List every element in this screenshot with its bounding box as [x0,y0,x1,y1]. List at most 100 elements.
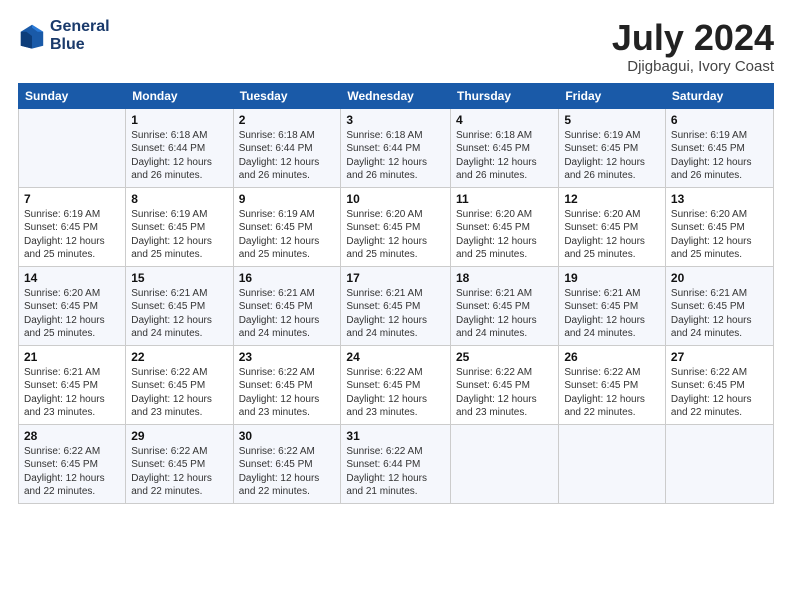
calendar-cell: 15 Sunrise: 6:21 AM Sunset: 6:45 PM Dayli… [126,266,233,345]
calendar-table: SundayMondayTuesdayWednesdayThursdayFrid… [18,83,774,504]
day-number: 24 [346,350,445,364]
weekday-header-thursday: Thursday [450,83,558,108]
day-info: Sunrise: 6:20 AM Sunset: 6:45 PM Dayligh… [456,208,553,262]
calendar-cell: 24 Sunrise: 6:22 AM Sunset: 6:45 PM Dayli… [341,345,451,424]
day-number: 12 [564,192,660,206]
calendar-cell [19,108,126,187]
day-info: Sunrise: 6:19 AM Sunset: 6:45 PM Dayligh… [24,208,120,262]
calendar-cell: 23 Sunrise: 6:22 AM Sunset: 6:45 PM Dayli… [233,345,341,424]
calendar-cell: 13Sunrise: 6:20 AM Sunset: 6:45 PM Dayli… [665,187,773,266]
day-info: Sunrise: 6:22 AM Sunset: 6:45 PM Dayligh… [24,445,120,499]
calendar-cell: 4Sunrise: 6:18 AM Sunset: 6:45 PM Daylig… [450,108,558,187]
day-info: Sunrise: 6:22 AM Sunset: 6:44 PM Dayligh… [346,445,445,499]
day-number: 6 [671,113,768,127]
day-number: 5 [564,113,660,127]
weekday-header-friday: Friday [559,83,666,108]
day-info: Sunrise: 6:18 AM Sunset: 6:44 PM Dayligh… [239,129,336,183]
day-info: Sunrise: 6:19 AM Sunset: 6:45 PM Dayligh… [239,208,336,262]
day-number: 10 [346,192,445,206]
day-info: Sunrise: 6:21 AM Sunset: 6:45 PM Dayligh… [564,287,660,341]
calendar-cell: 17Sunrise: 6:21 AM Sunset: 6:45 PM Dayli… [341,266,451,345]
calendar-cell: 14Sunrise: 6:20 AM Sunset: 6:45 PM Dayli… [19,266,126,345]
calendar-cell: 22Sunrise: 6:22 AM Sunset: 6:45 PM Dayli… [126,345,233,424]
day-info: Sunrise: 6:20 AM Sunset: 6:45 PM Dayligh… [564,208,660,262]
day-info: Sunrise: 6:20 AM Sunset: 6:45 PM Dayligh… [671,208,768,262]
logo: General Blue [18,18,110,53]
day-info: Sunrise: 6:21 AM Sunset: 6:45 PM Dayligh… [671,287,768,341]
day-number: 30 [239,429,336,443]
day-number: 2 [239,113,336,127]
calendar-cell: 9 Sunrise: 6:19 AM Sunset: 6:45 PM Daylig… [233,187,341,266]
calendar-cell: 25Sunrise: 6:22 AM Sunset: 6:45 PM Dayli… [450,345,558,424]
logo-text: General Blue [50,18,110,53]
calendar-cell: 1 Sunrise: 6:18 AM Sunset: 6:44 PM Daylig… [126,108,233,187]
title-block: July 2024 Djigbagui, Ivory Coast [612,18,774,75]
day-info: Sunrise: 6:22 AM Sunset: 6:45 PM Dayligh… [671,366,768,420]
calendar-cell: 8 Sunrise: 6:19 AM Sunset: 6:45 PM Daylig… [126,187,233,266]
day-info: Sunrise: 6:21 AM Sunset: 6:45 PM Dayligh… [24,366,120,420]
day-info: Sunrise: 6:19 AM Sunset: 6:45 PM Dayligh… [131,208,227,262]
day-info: Sunrise: 6:18 AM Sunset: 6:44 PM Dayligh… [346,129,445,183]
calendar-cell: 30 Sunrise: 6:22 AM Sunset: 6:45 PM Dayli… [233,424,341,503]
calendar-cell: 28 Sunrise: 6:22 AM Sunset: 6:45 PM Dayli… [19,424,126,503]
calendar-cell: 29Sunrise: 6:22 AM Sunset: 6:45 PM Dayli… [126,424,233,503]
calendar-cell: 19 Sunrise: 6:21 AM Sunset: 6:45 PM Dayli… [559,266,666,345]
calendar-cell [665,424,773,503]
calendar-cell: 12 Sunrise: 6:20 AM Sunset: 6:45 PM Dayli… [559,187,666,266]
calendar-cell: 10 Sunrise: 6:20 AM Sunset: 6:45 PM Dayli… [341,187,451,266]
day-info: Sunrise: 6:22 AM Sunset: 6:45 PM Dayligh… [239,366,336,420]
calendar-cell: 20 Sunrise: 6:21 AM Sunset: 6:45 PM Dayli… [665,266,773,345]
day-info: Sunrise: 6:19 AM Sunset: 6:45 PM Dayligh… [564,129,660,183]
day-info: Sunrise: 6:20 AM Sunset: 6:45 PM Dayligh… [24,287,120,341]
weekday-header-saturday: Saturday [665,83,773,108]
calendar-cell: 27 Sunrise: 6:22 AM Sunset: 6:45 PM Dayli… [665,345,773,424]
day-number: 11 [456,192,553,206]
day-number: 18 [456,271,553,285]
day-number: 8 [131,192,227,206]
calendar-cell: 26 Sunrise: 6:22 AM Sunset: 6:45 PM Dayli… [559,345,666,424]
day-info: Sunrise: 6:21 AM Sunset: 6:45 PM Dayligh… [456,287,553,341]
calendar-cell: 31Sunrise: 6:22 AM Sunset: 6:44 PM Dayli… [341,424,451,503]
day-number: 3 [346,113,445,127]
day-info: Sunrise: 6:22 AM Sunset: 6:45 PM Dayligh… [239,445,336,499]
day-number: 16 [239,271,336,285]
day-number: 27 [671,350,768,364]
day-number: 19 [564,271,660,285]
calendar-week-1: 1 Sunrise: 6:18 AM Sunset: 6:44 PM Daylig… [19,108,774,187]
calendar-week-2: 7Sunrise: 6:19 AM Sunset: 6:45 PM Daylig… [19,187,774,266]
day-number: 22 [131,350,227,364]
calendar-cell: 2 Sunrise: 6:18 AM Sunset: 6:44 PM Daylig… [233,108,341,187]
weekday-header-monday: Monday [126,83,233,108]
day-number: 21 [24,350,120,364]
page: General Blue July 2024 Djigbagui, Ivory … [0,0,792,612]
day-info: Sunrise: 6:20 AM Sunset: 6:45 PM Dayligh… [346,208,445,262]
day-number: 28 [24,429,120,443]
calendar-cell: 11 Sunrise: 6:20 AM Sunset: 6:45 PM Dayli… [450,187,558,266]
header: General Blue July 2024 Djigbagui, Ivory … [18,18,774,75]
day-number: 20 [671,271,768,285]
day-number: 4 [456,113,553,127]
month-title: July 2024 [612,18,774,58]
day-info: Sunrise: 6:22 AM Sunset: 6:45 PM Dayligh… [346,366,445,420]
day-info: Sunrise: 6:21 AM Sunset: 6:45 PM Dayligh… [239,287,336,341]
day-number: 25 [456,350,553,364]
logo-icon [18,22,46,50]
calendar-cell: 5 Sunrise: 6:19 AM Sunset: 6:45 PM Daylig… [559,108,666,187]
calendar-week-5: 28 Sunrise: 6:22 AM Sunset: 6:45 PM Dayli… [19,424,774,503]
day-info: Sunrise: 6:21 AM Sunset: 6:45 PM Dayligh… [346,287,445,341]
day-number: 23 [239,350,336,364]
day-info: Sunrise: 6:18 AM Sunset: 6:44 PM Dayligh… [131,129,227,183]
day-number: 26 [564,350,660,364]
calendar-cell: 18 Sunrise: 6:21 AM Sunset: 6:45 PM Dayli… [450,266,558,345]
day-info: Sunrise: 6:22 AM Sunset: 6:45 PM Dayligh… [564,366,660,420]
day-number: 15 [131,271,227,285]
day-number: 1 [131,113,227,127]
calendar-cell: 21 Sunrise: 6:21 AM Sunset: 6:45 PM Dayli… [19,345,126,424]
weekday-header-wednesday: Wednesday [341,83,451,108]
calendar-cell: 3 Sunrise: 6:18 AM Sunset: 6:44 PM Daylig… [341,108,451,187]
day-info: Sunrise: 6:19 AM Sunset: 6:45 PM Dayligh… [671,129,768,183]
day-info: Sunrise: 6:21 AM Sunset: 6:45 PM Dayligh… [131,287,227,341]
location: Djigbagui, Ivory Coast [612,58,774,75]
weekday-header-tuesday: Tuesday [233,83,341,108]
day-number: 9 [239,192,336,206]
